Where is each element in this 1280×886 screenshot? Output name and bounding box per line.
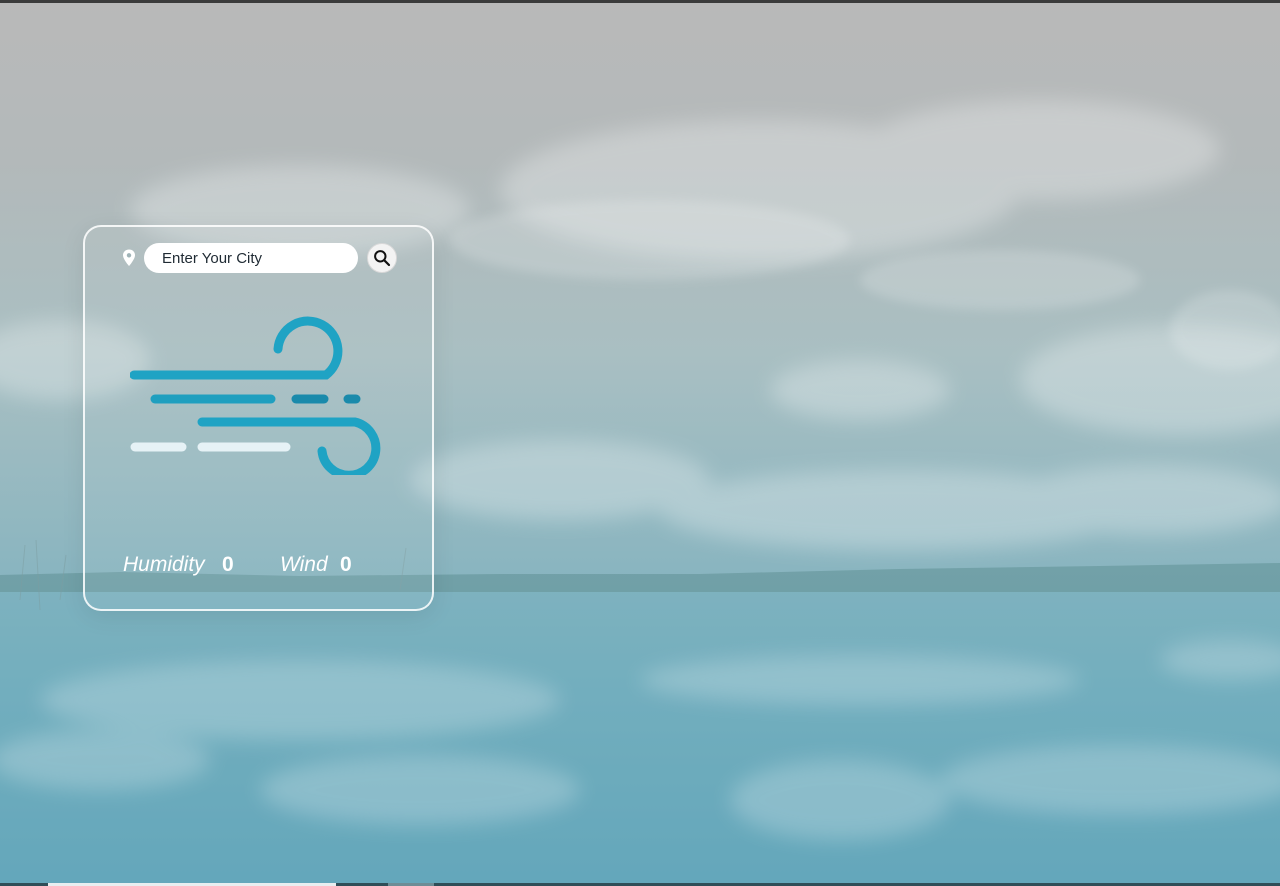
wind-value: 0 (340, 553, 352, 576)
page-background: Humidity 0 Wind 0 (0, 0, 1280, 886)
search-button[interactable] (367, 243, 397, 273)
magnifier-icon (374, 250, 391, 267)
weather-stats: Humidity 0 Wind 0 (123, 553, 423, 583)
city-search-input[interactable] (144, 243, 358, 273)
window-top-border (0, 0, 1280, 3)
search-bar (121, 242, 401, 273)
humidity-value: 0 (222, 553, 234, 576)
humidity-label: Humidity (123, 553, 205, 576)
wind-icon (130, 316, 381, 475)
weather-card: Humidity 0 Wind 0 (83, 225, 434, 611)
wind-label: Wind (280, 553, 328, 576)
location-pin-icon (123, 249, 135, 266)
